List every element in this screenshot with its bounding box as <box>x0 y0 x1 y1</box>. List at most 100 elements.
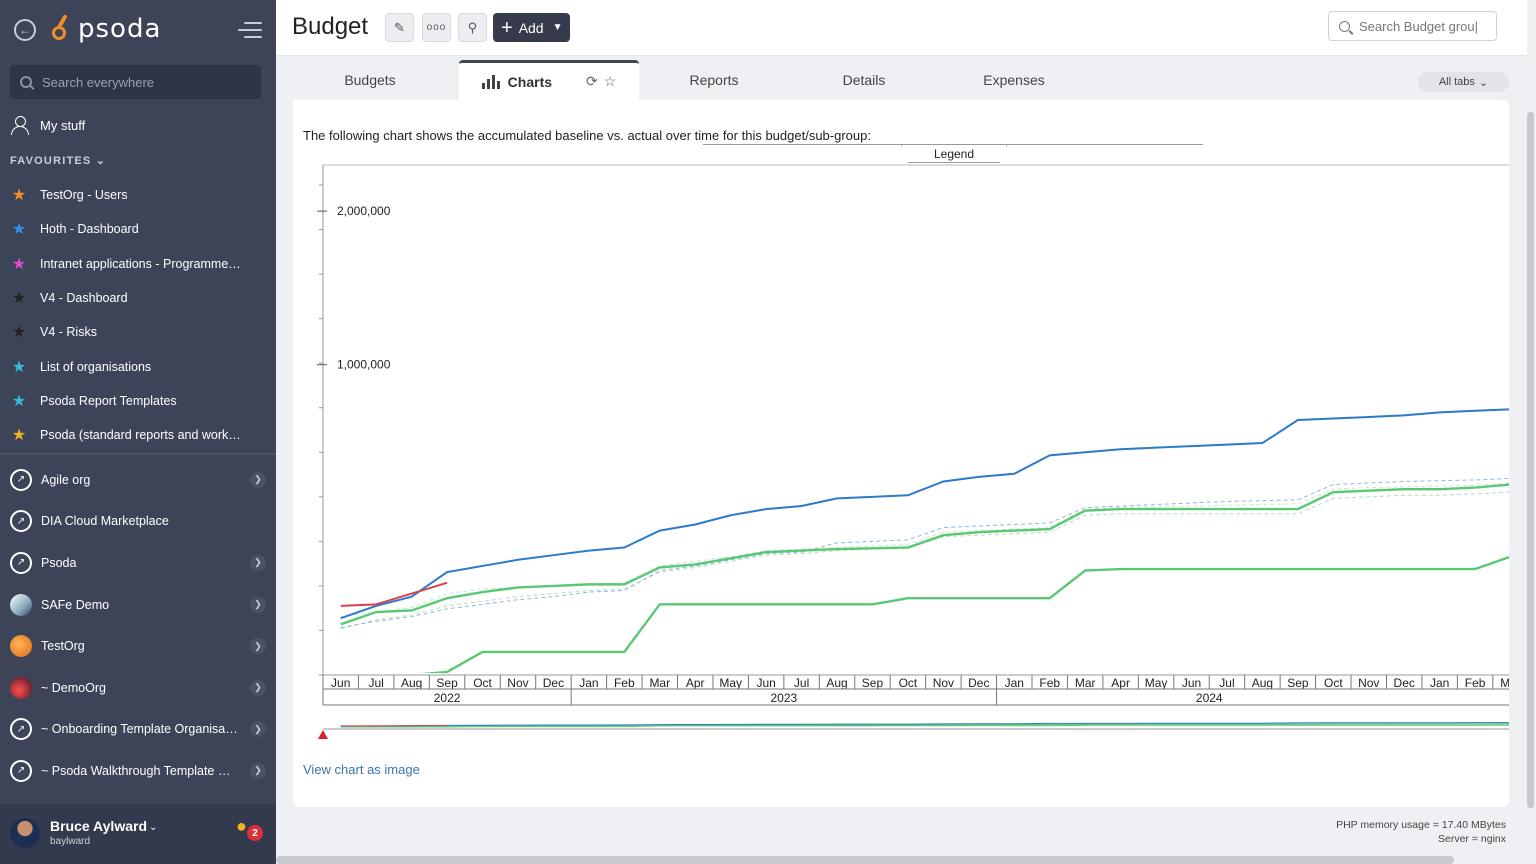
chevron-down-icon: ▼ <box>552 22 563 33</box>
pencil-icon: ✎ <box>394 19 405 35</box>
favourite-item[interactable]: ★ TestOrg - Users <box>10 178 266 212</box>
tab-label: Details <box>842 72 886 88</box>
favourite-label: Psoda (standard reports and work… <box>40 428 241 443</box>
back-icon[interactable]: ← <box>14 19 36 41</box>
x-month-label: May <box>1145 676 1168 690</box>
favourite-label: Hoth - Dashboard <box>40 222 139 237</box>
organisation-item[interactable]: TestOrg ❯ <box>10 625 268 667</box>
organisation-icon: ↗ <box>10 718 32 741</box>
favourite-item[interactable]: ★ Intranet applications - Programme… <box>10 247 266 281</box>
x-month-label: Aug <box>401 676 422 690</box>
organisation-label: TestOrg <box>41 639 85 654</box>
y-tick-label: 1,000,000 <box>337 358 391 372</box>
favourite-item[interactable]: ★ Psoda Report Templates <box>10 384 266 418</box>
favourites-list: ★ TestOrg - Users ★ Hoth - Dashboard ★ Intran… <box>10 178 266 452</box>
chevron-right-icon[interactable]: ❯ <box>250 471 266 488</box>
organisation-item[interactable]: ↗ ~ Onboarding Template Organisa… ❯ <box>10 709 268 751</box>
star-icon: ★ <box>11 255 27 273</box>
tab-label: Expenses <box>983 72 1045 88</box>
x-month-label: Feb <box>614 676 635 690</box>
all-tabs-dropdown[interactable]: All tabs ⌄ <box>1418 72 1509 92</box>
tag-button[interactable]: ⚲ <box>458 13 487 42</box>
user-panel[interactable]: Bruce Aylward ⌄ baylward ● 2 <box>0 804 276 864</box>
y-tick-label: 2,000,000 <box>337 204 391 218</box>
view-chart-as-image-link[interactable]: View chart as image <box>303 762 420 777</box>
page-title: Budget <box>292 13 369 40</box>
tab-budgets[interactable]: Budgets <box>294 60 446 100</box>
organisation-item[interactable]: ↗ Agile org ❯ <box>10 459 268 501</box>
favourite-item[interactable]: ★ Psoda (standard reports and work… <box>10 418 266 452</box>
organisation-label: Agile org <box>41 472 91 487</box>
x-month-label: Jun <box>756 676 775 690</box>
x-month-label: Dec <box>968 676 989 690</box>
organisation-item[interactable]: SAFe Demo ❯ <box>10 584 268 626</box>
tab-expenses[interactable]: Expenses <box>939 60 1089 100</box>
refresh-icon[interactable]: ⟳ <box>586 73 598 90</box>
collapse-menu-icon[interactable] <box>238 22 262 40</box>
organisation-item[interactable]: ↗ DIA Cloud Marketplace <box>10 501 268 543</box>
series-line[interactable] <box>340 581 448 607</box>
star-icon: ★ <box>11 221 27 239</box>
add-button[interactable]: + Add ▼ <box>493 13 570 42</box>
edit-button[interactable]: ✎ <box>385 13 414 42</box>
x-month-label: Jul <box>794 676 809 690</box>
chevron-down-icon[interactable]: ⌄ <box>149 822 157 833</box>
x-month-label: Oct <box>899 676 918 690</box>
my-stuff-link[interactable]: My stuff <box>10 115 85 135</box>
star-icon: ★ <box>11 358 27 376</box>
x-month-label: Apr <box>1111 676 1130 690</box>
organisation-label: ~ DemoOrg <box>41 680 106 695</box>
organisation-item[interactable]: ↗ Psoda ❯ <box>10 542 268 584</box>
x-month-label: Mar <box>1500 676 1509 690</box>
tag-icon: ⚲ <box>467 19 478 35</box>
favourite-item[interactable]: ★ Hoth - Dashboard <box>10 212 266 246</box>
x-month-label: Dec <box>543 676 564 690</box>
chevron-right-icon[interactable]: ❯ <box>250 596 266 613</box>
chevron-right-icon[interactable]: ❯ <box>250 554 266 571</box>
chevron-down-icon: ⌄ <box>1478 76 1489 89</box>
favourite-item[interactable]: ★ V4 - Risks <box>10 315 266 349</box>
favourites-header[interactable]: FAVOURITES ⌄ <box>10 154 106 167</box>
chevron-right-icon[interactable]: ❯ <box>250 762 266 779</box>
avatar[interactable] <box>10 818 40 848</box>
chevron-right-icon[interactable]: ❯ <box>250 679 266 696</box>
user-name[interactable]: Bruce Aylward <box>50 818 147 834</box>
memory-usage: PHP memory usage = 17.40 MBytes <box>1336 819 1506 831</box>
more-options-button[interactable]: ooo <box>422 13 451 42</box>
psoda-logo[interactable]: psoda <box>50 14 161 44</box>
global-search[interactable] <box>10 65 261 99</box>
charts-panel: The following chart shows the accumulate… <box>293 100 1509 807</box>
budget-search[interactable] <box>1328 11 1497 41</box>
organisation-item[interactable]: ~ DemoOrg ❯ <box>10 667 268 709</box>
favourite-item[interactable]: ★ List of organisations <box>10 349 266 383</box>
budget-line-chart[interactable]: 1,000,000 2,000,000 Jun Jul Aug Sep Oct Nov Dec J… <box>293 160 1509 740</box>
organisation-icon <box>10 635 32 658</box>
favourite-label: V4 - Risks <box>40 325 97 340</box>
my-stuff-label: My stuff <box>40 117 86 133</box>
horizontal-scrollbar[interactable] <box>276 856 1454 864</box>
favourite-item[interactable]: ★ V4 - Dashboard <box>10 281 266 315</box>
tab-details[interactable]: Details <box>789 60 939 100</box>
x-month-label: Jun <box>1182 676 1201 690</box>
star-outline-icon[interactable]: ☆ <box>604 73 617 90</box>
x-month-label: Jul <box>1219 676 1234 690</box>
notifications-button[interactable]: ● 2 <box>236 816 263 842</box>
tab-charts[interactable]: Charts ⟳ ☆ <box>459 60 639 100</box>
tab-reports[interactable]: Reports <box>639 60 789 100</box>
organisation-item[interactable]: ↗ ~ Psoda Walkthrough Template P… ❯ <box>10 750 268 792</box>
series-line[interactable] <box>341 556 1509 675</box>
favourite-label: TestOrg - Users <box>40 188 128 203</box>
series-line[interactable] <box>340 483 1509 626</box>
x-month-label: Sep <box>1287 676 1309 690</box>
series-line[interactable] <box>340 477 1509 628</box>
x-month-label: Jan <box>579 676 598 690</box>
tab-label: Budgets <box>344 72 396 88</box>
more-icon: ooo <box>426 22 447 33</box>
organisation-icon: ↗ <box>10 510 32 533</box>
vertical-scrollbar[interactable] <box>1527 112 1534 808</box>
star-icon: ★ <box>11 324 27 342</box>
budget-search-input[interactable] <box>1359 18 1489 34</box>
navigator-handle-icon[interactable] <box>318 730 328 739</box>
search-icon <box>20 76 32 88</box>
global-search-input[interactable] <box>42 74 242 90</box>
